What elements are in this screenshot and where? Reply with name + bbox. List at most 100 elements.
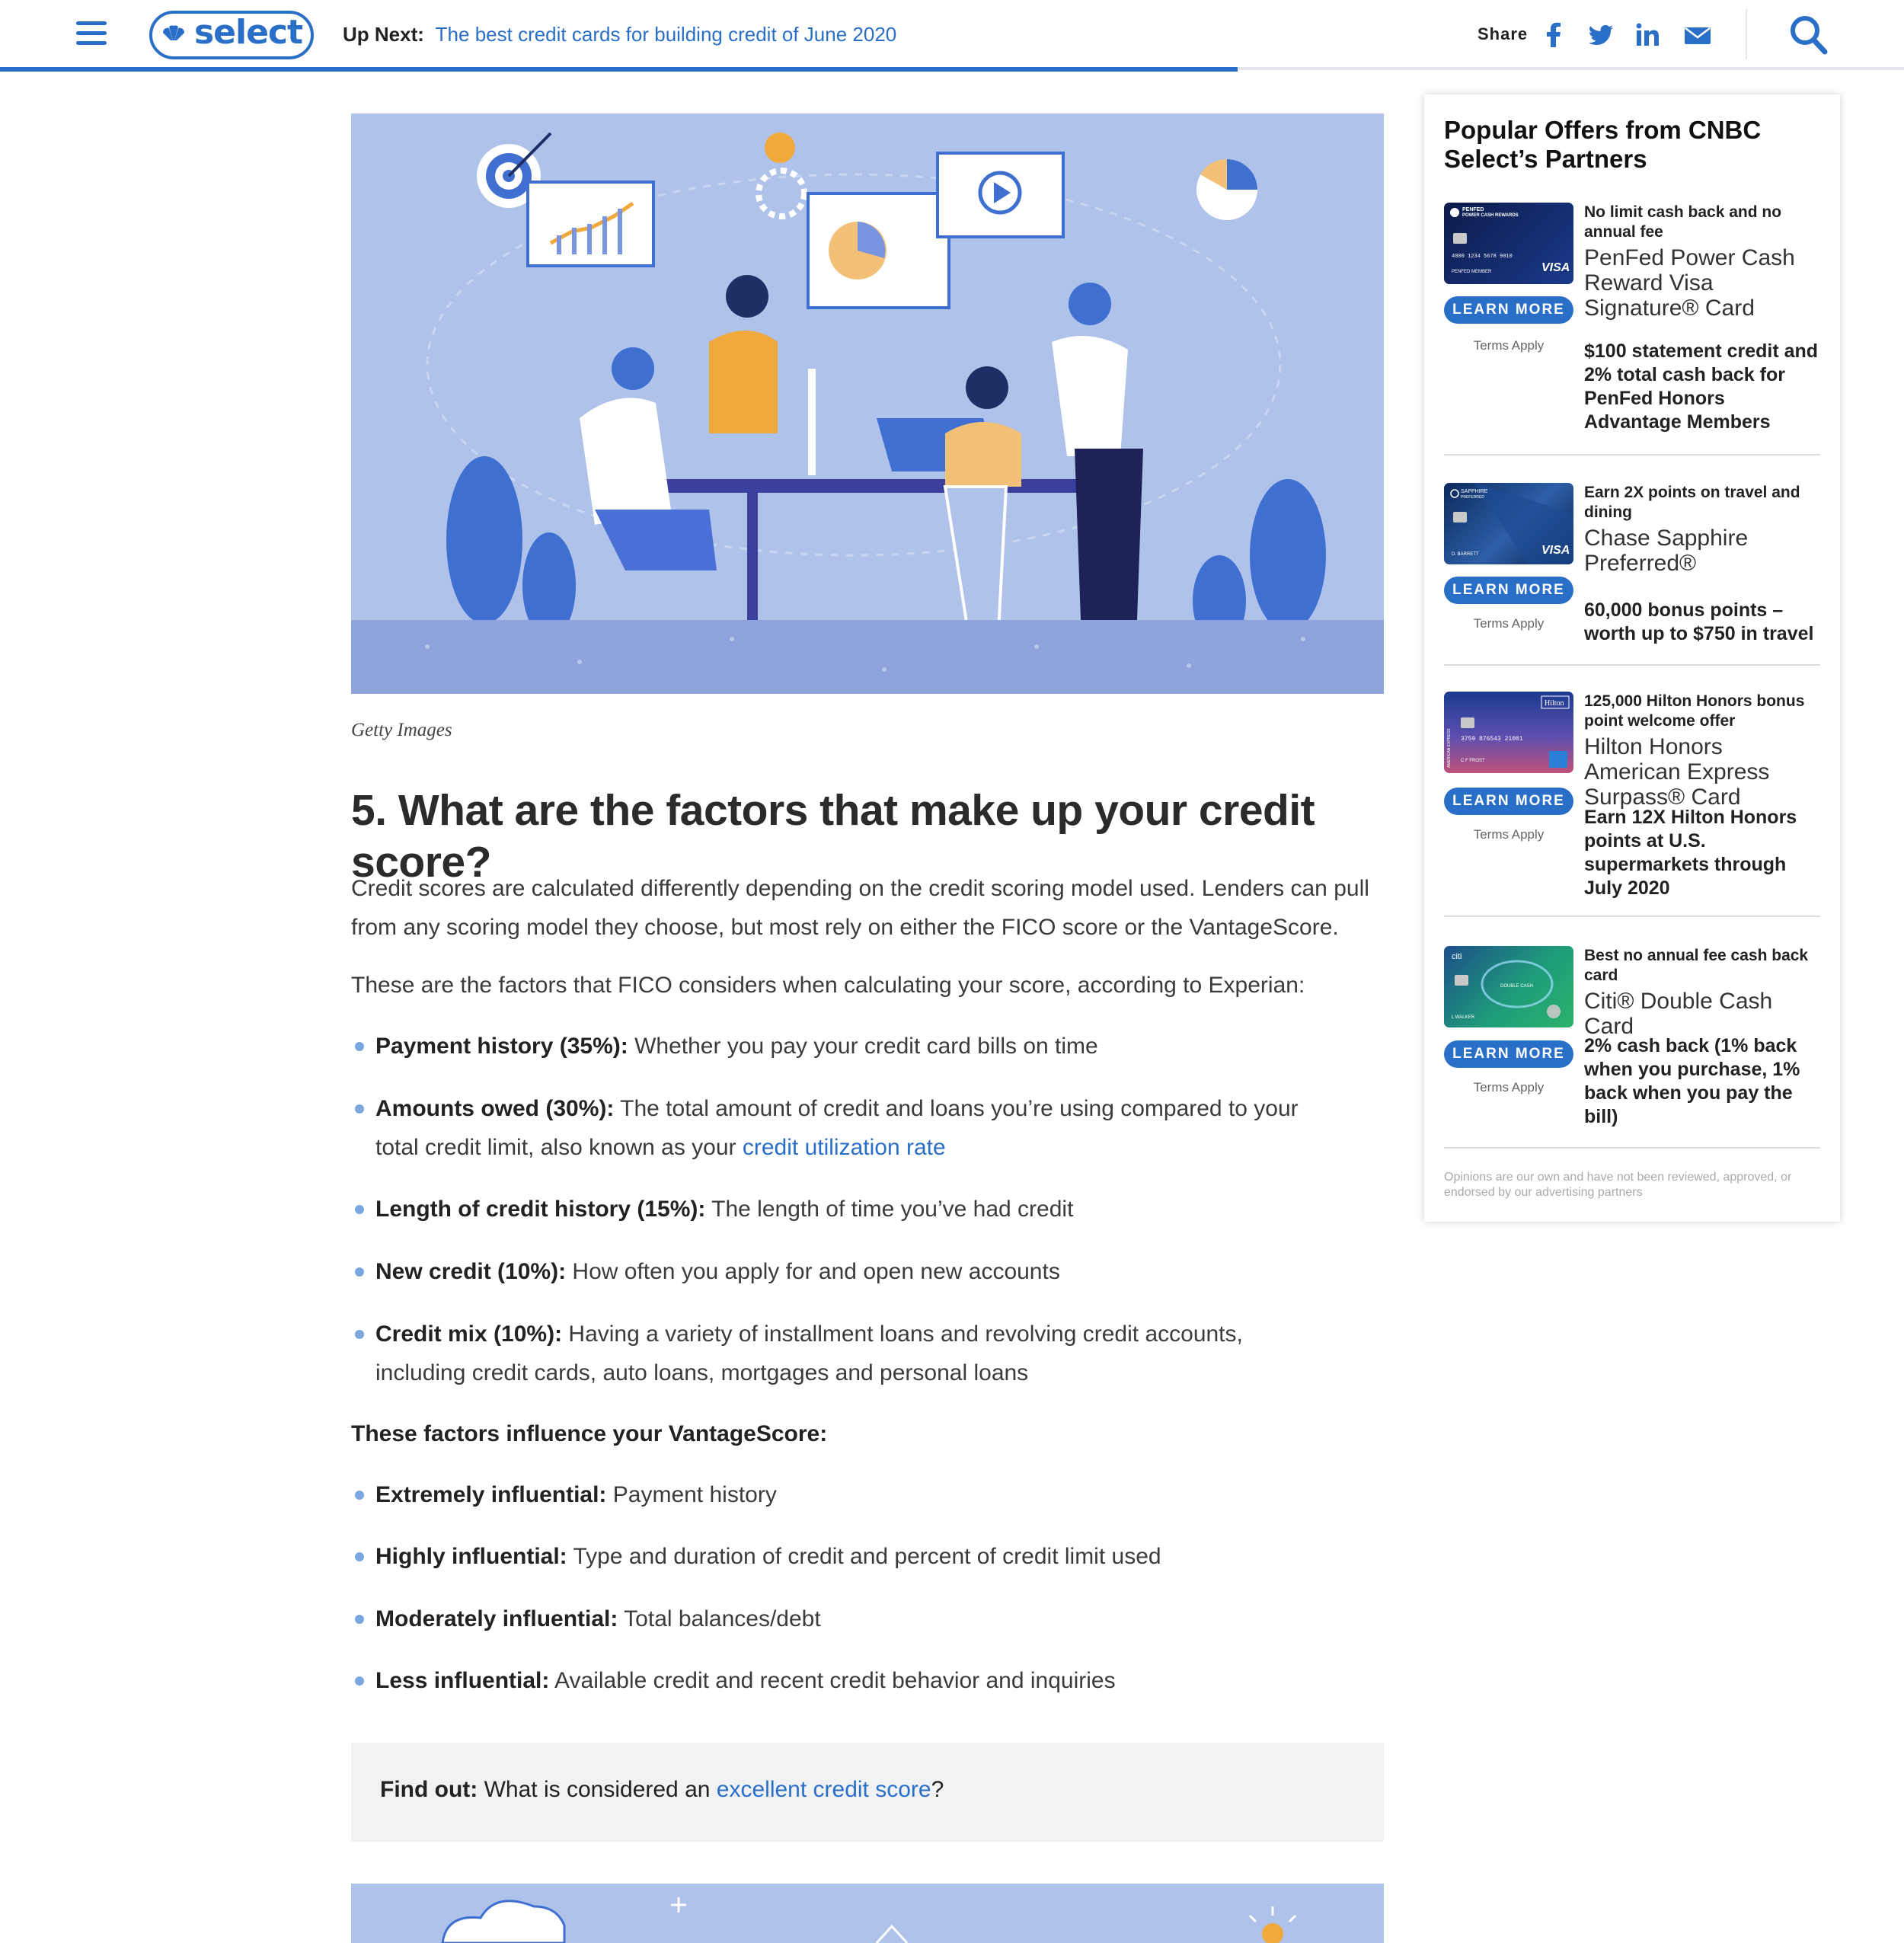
- factor-text: Payment history: [606, 1482, 777, 1507]
- svg-text:PENFED MEMBER: PENFED MEMBER: [1452, 270, 1492, 274]
- credit-utilization-link[interactable]: credit utilization rate: [743, 1135, 946, 1160]
- bullet-icon: [355, 1104, 364, 1114]
- list-item: Payment history (35%): Whether you pay y…: [351, 1027, 1387, 1066]
- offer-card-name[interactable]: PenFed Power Cash Reward Visa Signature®…: [1584, 245, 1820, 321]
- offer-card-name[interactable]: Chase Sapphire Preferred®: [1584, 526, 1820, 576]
- svg-text:SAPPHIRE: SAPPHIRE: [1461, 489, 1488, 494]
- svg-text:3759 876543 21001: 3759 876543 21001: [1461, 736, 1523, 743]
- list-item: Extremely influential: Payment history: [351, 1475, 1387, 1514]
- email-icon[interactable]: [1683, 21, 1712, 49]
- offer-tagline: 125,000 Hilton Honors bonus point welcom…: [1584, 692, 1805, 730]
- list-item: New credit (10%): How often you apply fo…: [351, 1252, 1387, 1291]
- factor-label: Extremely influential:: [375, 1482, 607, 1507]
- learn-more-button[interactable]: LEARN MORE: [1444, 577, 1573, 604]
- svg-text:L WALKER: L WALKER: [1452, 1015, 1475, 1020]
- partner-offers-sidebar: Popular Offers from CNBC Select’s Partne…: [1424, 94, 1840, 1222]
- chase-sapphire-card-image[interactable]: SAPPHIRE PREFERRED D. BARRETT VISA: [1444, 483, 1573, 564]
- bullet-icon: [355, 1205, 364, 1214]
- svg-text:POWER CASH REWARDS: POWER CASH REWARDS: [1462, 213, 1519, 218]
- bullet-icon: [355, 1491, 364, 1500]
- fico-intro-paragraph: These are the factors that FICO consider…: [351, 973, 1305, 998]
- svg-text:PENFED: PENFED: [1462, 207, 1484, 213]
- list-item: Moderately influential: Total balances/d…: [351, 1599, 1387, 1638]
- offer-divider: [1444, 1147, 1820, 1149]
- offer-tagline: Best no annual fee cash back card: [1584, 947, 1809, 984]
- offer-divider: [1444, 664, 1820, 666]
- top-navigation-bar: select Up Next: The best credit cards fo…: [0, 0, 1904, 70]
- search-icon[interactable]: [1788, 14, 1828, 55]
- terms-apply-link[interactable]: Terms Apply: [1444, 616, 1573, 631]
- svg-text:AMERICAN EXPRESS: AMERICAN EXPRESS: [1447, 728, 1452, 768]
- bullet-icon: [355, 1267, 364, 1277]
- learn-more-button[interactable]: LEARN MORE: [1444, 296, 1573, 324]
- header-divider: [1746, 9, 1747, 59]
- bullet-icon: [355, 1676, 364, 1686]
- find-out-callout: Find out: What is considered an excellen…: [351, 1743, 1384, 1842]
- nbc-peacock-icon: [162, 25, 184, 44]
- image-caption: Getty Images: [351, 720, 452, 740]
- svg-text:4000 1234 5678 9010: 4000 1234 5678 9010: [1452, 254, 1513, 260]
- factor-text: How often you apply for and open new acc…: [566, 1259, 1060, 1284]
- factor-label: Moderately influential:: [375, 1606, 618, 1631]
- svg-text:VISA: VISA: [1541, 544, 1570, 557]
- linkedin-icon[interactable]: [1634, 21, 1662, 49]
- citi-double-cash-card-image[interactable]: citi DOUBLE CASH L WALKER: [1444, 946, 1573, 1027]
- offer-bonus: 2% cash back (1% back when you purchase,…: [1584, 1035, 1800, 1127]
- factor-text: Available credit and recent credit behav…: [549, 1668, 1116, 1693]
- bullet-icon: [355, 1615, 364, 1624]
- cnbc-select-logo[interactable]: select: [149, 11, 314, 59]
- factor-label: Credit mix (10%):: [375, 1321, 563, 1347]
- penfed-card-image[interactable]: PENFED POWER CASH REWARDS 4000 1234 5678…: [1444, 203, 1573, 284]
- list-item: Credit mix (10%): Having a variety of in…: [351, 1315, 1364, 1392]
- offer-tagline: Earn 2X points on travel and dining: [1584, 484, 1800, 521]
- list-item: Amounts owed (30%): The total amount of …: [351, 1089, 1364, 1167]
- factor-label: Payment history (35%):: [375, 1034, 628, 1059]
- find-out-body: What is considered an: [478, 1777, 717, 1802]
- up-next-link[interactable]: The best credit cards for building credi…: [436, 23, 897, 46]
- up-next-banner: Up Next: The best credit cards for build…: [343, 23, 896, 46]
- article-illustration: [351, 113, 1384, 694]
- offer-card-name[interactable]: Hilton Honors American Express Surpass® …: [1584, 734, 1820, 810]
- svg-text:C F FROST: C F FROST: [1461, 759, 1485, 763]
- intro-paragraph: Credit scores are calculated differently…: [351, 876, 1369, 940]
- terms-apply-link[interactable]: Terms Apply: [1444, 338, 1573, 353]
- learn-more-button[interactable]: LEARN MORE: [1444, 1040, 1573, 1068]
- bullet-icon: [355, 1552, 364, 1561]
- up-next-label: Up Next:: [343, 23, 424, 46]
- svg-text:DOUBLE CASH: DOUBLE CASH: [1500, 984, 1533, 989]
- vantage-intro-heading: These factors influence your VantageScor…: [351, 1421, 828, 1446]
- factor-text: Total balances/debt: [618, 1606, 821, 1631]
- cloud-money-illustration: [351, 1884, 1384, 1943]
- learn-more-button[interactable]: LEARN MORE: [1444, 788, 1573, 815]
- find-out-text: Find out: What is considered an excellen…: [380, 1777, 944, 1803]
- svg-text:citi: citi: [1452, 952, 1462, 961]
- factor-label: Amounts owed (30%):: [375, 1096, 615, 1121]
- excellent-credit-score-link[interactable]: excellent credit score: [717, 1777, 931, 1802]
- hilton-surpass-card-image[interactable]: Hilton AMERICAN EXPRESS 3759 876543 2100…: [1444, 692, 1573, 773]
- twitter-icon[interactable]: [1587, 21, 1615, 49]
- menu-icon[interactable]: [76, 21, 107, 46]
- terms-apply-link[interactable]: Terms Apply: [1444, 827, 1573, 842]
- sidebar-title: Popular Offers from CNBC Select’s Partne…: [1444, 116, 1762, 173]
- offer-tagline: No limit cash back and no annual fee: [1584, 203, 1782, 241]
- team-office-illustration: [351, 113, 1384, 694]
- list-item: Length of credit history (15%): The leng…: [351, 1190, 1387, 1229]
- factor-text: The length of time you’ve had credit: [705, 1197, 1074, 1222]
- factor-label: Length of credit history (15%):: [375, 1197, 706, 1222]
- logo-wordmark: select: [193, 13, 303, 52]
- reading-progress-bar: [0, 67, 1238, 72]
- factor-text: Type and duration of credit and percent …: [567, 1544, 1161, 1569]
- svg-text:PREFERRED: PREFERRED: [1461, 495, 1484, 500]
- facebook-icon[interactable]: [1540, 21, 1567, 49]
- bullet-icon: [355, 1330, 364, 1339]
- offer-divider: [1444, 916, 1820, 917]
- svg-text:Hilton: Hilton: [1545, 699, 1564, 708]
- factor-text: Whether you pay your credit card bills o…: [628, 1034, 1098, 1059]
- bullet-icon: [355, 1042, 364, 1051]
- terms-apply-link[interactable]: Terms Apply: [1444, 1080, 1573, 1095]
- advertiser-disclaimer: Opinions are our own and have not been r…: [1444, 1171, 1792, 1199]
- second-illustration: [351, 1884, 1384, 1943]
- list-item: Less influential: Available credit and r…: [351, 1661, 1387, 1700]
- find-out-suffix: ?: [931, 1777, 944, 1802]
- offer-card-name[interactable]: Citi® Double Cash Card: [1584, 989, 1820, 1039]
